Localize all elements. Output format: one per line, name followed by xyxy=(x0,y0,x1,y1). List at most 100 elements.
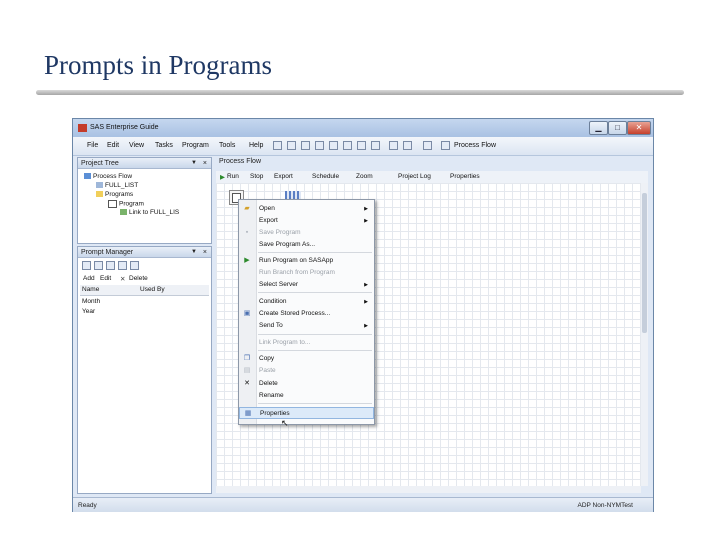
paste-icon[interactable] xyxy=(357,141,366,150)
ctx-select-server[interactable]: Select Server ▶ xyxy=(239,279,374,291)
prompt-lock-icon[interactable] xyxy=(106,261,115,270)
tree-node-programs[interactable]: Programs xyxy=(96,191,133,198)
tree-node-full-list[interactable]: FULL_LIST xyxy=(96,182,138,189)
properties-toolbar-button[interactable]: Properties xyxy=(450,173,480,180)
prompt-edit-button[interactable]: Edit xyxy=(100,275,111,282)
minimize-button[interactable]: ▁ xyxy=(589,121,608,135)
ctx-copy[interactable]: ❐ Copy xyxy=(239,353,374,365)
column-name[interactable]: Name xyxy=(82,286,99,293)
ctx-create-stored-process[interactable]: ▣ Create Stored Process... xyxy=(239,308,374,320)
maximize-button[interactable]: □ xyxy=(608,121,627,135)
new-icon[interactable] xyxy=(273,141,282,150)
menu-edit[interactable]: Edit xyxy=(107,142,119,149)
submenu-arrow-icon: ▶ xyxy=(364,299,368,305)
zoom-button[interactable]: Zoom xyxy=(356,173,373,180)
menu-bar: File Edit View Tasks Program Tools Help … xyxy=(73,137,653,156)
prompt-manager-panel: Prompt Manager ▼ × Add Edit ✕ Delete Nam… xyxy=(77,246,212,494)
ctx-condition[interactable]: Condition ▶ xyxy=(239,296,374,308)
folder-icon xyxy=(96,191,103,198)
prompt-edit-icon[interactable] xyxy=(118,261,127,270)
save-icon[interactable] xyxy=(301,141,310,150)
delete-x-icon: ✕ xyxy=(244,380,250,387)
process-flow-dropdown[interactable]: Process Flow xyxy=(454,142,496,149)
redo-icon[interactable] xyxy=(403,141,412,150)
run-icon: ▶ xyxy=(244,257,250,264)
horizontal-scrollbar[interactable] xyxy=(216,486,641,493)
server-status[interactable]: ADP Non-NYMTest xyxy=(577,502,633,509)
ctx-save-program-as[interactable]: Save Program As... xyxy=(239,239,374,251)
mouse-cursor-icon: ↖ xyxy=(281,418,289,428)
submenu-arrow-icon: ▶ xyxy=(364,206,368,212)
window-titlebar[interactable]: SAS Enterprise Guide ▁ □ ✕ xyxy=(73,119,653,137)
ctx-delete[interactable]: ✕ Delete xyxy=(239,378,374,390)
prompt-manager-header: Prompt Manager ▼ × xyxy=(78,247,211,258)
submenu-arrow-icon: ▶ xyxy=(364,282,368,288)
layout-icon[interactable] xyxy=(423,141,432,150)
stored-process-icon: ▣ xyxy=(243,310,251,317)
link-icon xyxy=(120,209,127,216)
window-title: SAS Enterprise Guide xyxy=(90,124,159,131)
submenu-arrow-icon: ▶ xyxy=(364,323,368,329)
column-used-by[interactable]: Used By xyxy=(140,286,165,293)
run-button[interactable]: Run xyxy=(227,173,239,180)
ctx-link-program[interactable]: Link Program to... xyxy=(239,337,374,349)
menu-separator xyxy=(258,292,372,293)
print-icon[interactable] xyxy=(315,141,324,150)
menu-help[interactable]: Help xyxy=(249,142,263,149)
copy-icon[interactable] xyxy=(343,141,352,150)
prompt-folder-icon[interactable] xyxy=(94,261,103,270)
tree-node-link[interactable]: Link to FULL_LIS xyxy=(120,209,179,216)
ctx-run-branch[interactable]: Run Branch from Program xyxy=(239,267,374,279)
ctx-export[interactable]: Export ▶ xyxy=(239,215,374,227)
delete-icon[interactable] xyxy=(371,141,380,150)
prompt-row-year[interactable]: Year xyxy=(82,308,95,315)
process-flow-icon[interactable] xyxy=(441,141,450,150)
menu-tools[interactable]: Tools xyxy=(219,142,235,149)
menu-view[interactable]: View xyxy=(129,142,144,149)
ctx-send-to[interactable]: Send To ▶ xyxy=(239,320,374,332)
menu-separator xyxy=(258,350,372,351)
prompt-row-month[interactable]: Month xyxy=(82,298,100,305)
vertical-scrollbar[interactable] xyxy=(641,183,648,486)
delete-x-icon[interactable]: ✕ xyxy=(120,275,125,283)
tree-node-program[interactable]: Program xyxy=(108,200,144,208)
ctx-paste[interactable]: ▤ Paste xyxy=(239,365,374,377)
menu-program[interactable]: Program xyxy=(182,142,209,149)
undo-icon[interactable] xyxy=(389,141,398,150)
ctx-open[interactable]: ▰ Open ▶ xyxy=(239,203,374,215)
ctx-run-program[interactable]: ▶ Run Program on SASApp xyxy=(239,255,374,267)
ctx-save-program[interactable]: ▪ Save Program xyxy=(239,227,374,239)
prompt-add-button[interactable]: Add xyxy=(83,275,95,282)
table-icon xyxy=(96,182,103,189)
menu-separator xyxy=(258,252,372,253)
prompt-delete-button[interactable]: Delete xyxy=(129,275,148,282)
close-panel-icon[interactable]: × xyxy=(203,247,207,258)
status-bar: Ready ADP Non-NYMTest xyxy=(73,497,653,512)
pin-icon[interactable]: ▼ xyxy=(191,158,197,169)
project-tree-header: Project Tree ▼ × xyxy=(78,158,211,169)
prompt-new-icon[interactable] xyxy=(82,261,91,270)
ctx-rename[interactable]: Rename xyxy=(239,390,374,402)
export-button[interactable]: Export xyxy=(274,173,293,180)
tree-node-process-flow[interactable]: Process Flow xyxy=(84,173,132,180)
tab-process-flow[interactable]: Process Flow xyxy=(219,158,261,165)
close-button[interactable]: ✕ xyxy=(627,121,651,135)
open-icon[interactable] xyxy=(287,141,296,150)
folder-open-icon: ▰ xyxy=(244,205,250,212)
sas-window: SAS Enterprise Guide ▁ □ ✕ File Edit Vie… xyxy=(72,118,654,512)
cut-icon[interactable] xyxy=(329,141,338,150)
schedule-button[interactable]: Schedule xyxy=(312,173,339,180)
title-underline xyxy=(36,90,684,95)
menu-tasks[interactable]: Tasks xyxy=(155,142,173,149)
pin-icon[interactable]: ▼ xyxy=(191,247,197,258)
program-icon xyxy=(108,200,117,208)
run-icon: ▶ xyxy=(220,174,225,181)
project-log-button[interactable]: Project Log xyxy=(398,173,431,180)
close-panel-icon[interactable]: × xyxy=(203,158,207,169)
stop-button[interactable]: Stop xyxy=(250,173,263,180)
status-text: Ready xyxy=(78,502,97,509)
ctx-properties[interactable]: ▦ Properties xyxy=(239,407,374,419)
scrollbar-thumb[interactable] xyxy=(642,193,647,333)
menu-file[interactable]: File xyxy=(87,142,98,149)
prompt-list-icon[interactable] xyxy=(130,261,139,270)
